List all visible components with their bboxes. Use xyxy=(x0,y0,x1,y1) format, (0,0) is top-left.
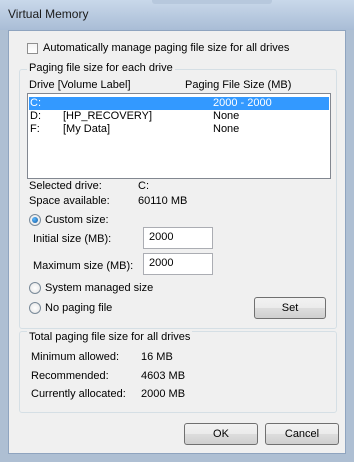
space-available-value: 60110 MB xyxy=(138,195,188,207)
drive-volume-label: [HP_RECOVERY] xyxy=(63,110,153,122)
selected-drive-value: C: xyxy=(138,180,149,192)
maximum-size-label: Maximum size (MB): xyxy=(33,260,134,272)
cancel-button[interactable]: Cancel xyxy=(265,423,339,445)
currently-allocated-label: Currently allocated: xyxy=(31,388,126,400)
no-paging-label[interactable]: No paging file xyxy=(45,302,112,314)
auto-manage-label[interactable]: Automatically manage paging file size fo… xyxy=(43,42,289,54)
drive-row-d[interactable]: D: [HP_RECOVERY] None xyxy=(29,110,329,123)
totals-group-title: Total paging file size for all drives xyxy=(27,331,193,343)
maximum-size-input[interactable]: 2000 xyxy=(143,253,213,275)
drive-row-c[interactable]: C: 2000 - 2000 xyxy=(29,97,329,110)
initial-size-input[interactable]: 2000 xyxy=(143,227,213,249)
set-button[interactable]: Set xyxy=(254,297,326,319)
drive-letter: D: xyxy=(30,110,41,122)
custom-size-label[interactable]: Custom size: xyxy=(45,214,109,226)
minimum-allowed-value: 16 MB xyxy=(141,351,173,363)
drive-letter: C: xyxy=(30,97,41,109)
window-title: Virtual Memory xyxy=(8,7,89,21)
title-bar[interactable]: Virtual Memory xyxy=(0,0,354,30)
system-managed-radio[interactable] xyxy=(29,282,41,294)
drive-letter: F: xyxy=(30,123,40,135)
paging-group-title: Paging file size for each drive xyxy=(27,62,175,74)
column-header-drive: Drive [Volume Label] xyxy=(29,79,131,91)
no-paging-radio[interactable] xyxy=(29,302,41,314)
drive-row-f[interactable]: F: [My Data] None xyxy=(29,123,329,136)
selected-drive-label: Selected drive: xyxy=(29,180,102,192)
initial-size-label: Initial size (MB): xyxy=(33,233,112,245)
drive-paging-size: None xyxy=(213,110,240,122)
column-header-size: Paging File Size (MB) xyxy=(185,79,292,91)
system-managed-label[interactable]: System managed size xyxy=(45,282,153,294)
ok-button[interactable]: OK xyxy=(184,423,258,445)
recommended-label: Recommended: xyxy=(31,370,109,382)
radio-selected-dot xyxy=(32,217,38,223)
minimum-allowed-label: Minimum allowed: xyxy=(31,351,120,363)
custom-size-radio[interactable] xyxy=(29,214,41,226)
drive-paging-size: None xyxy=(213,123,240,135)
drive-paging-size: 2000 - 2000 xyxy=(213,97,272,109)
recommended-value: 4603 MB xyxy=(141,370,186,382)
auto-manage-checkbox[interactable] xyxy=(27,43,38,54)
title-bar-ghost-tab xyxy=(152,0,272,4)
dialog-client-area: Automatically manage paging file size fo… xyxy=(8,30,346,454)
currently-allocated-value: 2000 MB xyxy=(141,388,186,400)
drive-list[interactable]: C: 2000 - 2000 D: [HP_RECOVERY] None F: … xyxy=(27,93,331,179)
space-available-label: Space available: xyxy=(29,195,110,207)
drive-volume-label: [My Data] xyxy=(63,123,111,135)
